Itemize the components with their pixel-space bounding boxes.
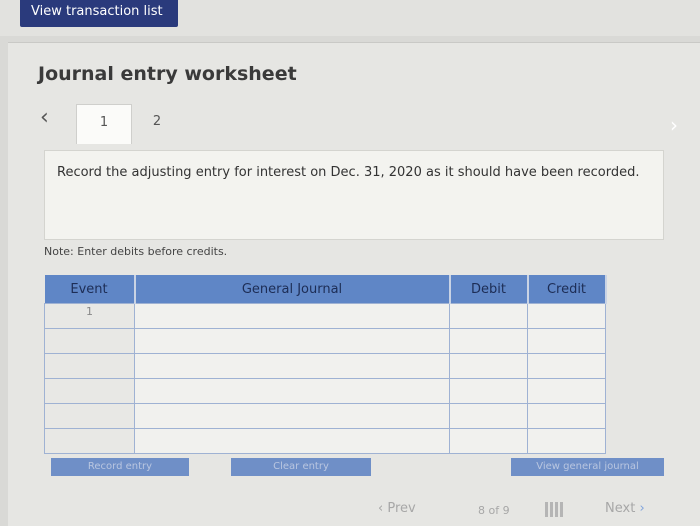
prev-label: Prev — [387, 501, 416, 516]
table-row: 1 — [44, 303, 606, 329]
event-cell — [44, 428, 135, 454]
account-input[interactable] — [134, 378, 450, 404]
debit-input[interactable] — [449, 328, 528, 354]
chevron-left-icon[interactable]: ‹ — [40, 105, 49, 130]
prompt-text: Record the adjusting entry for interest … — [57, 165, 640, 180]
next-label: Next — [605, 501, 636, 516]
event-cell — [44, 403, 135, 429]
table-row — [44, 353, 606, 379]
prev-button[interactable]: ‹ Prev — [378, 501, 416, 516]
tab-1[interactable]: 1 — [76, 104, 132, 144]
account-input[interactable] — [134, 428, 450, 454]
view-transaction-list-button[interactable]: View transaction list — [20, 0, 178, 27]
worksheet-title: Journal entry worksheet — [38, 63, 297, 85]
credit-input[interactable] — [527, 303, 606, 329]
note-text: Note: Enter debits before credits. — [44, 245, 228, 258]
account-input[interactable] — [134, 328, 450, 354]
credit-input[interactable] — [527, 378, 606, 404]
chevron-left-icon: ‹ — [378, 501, 384, 516]
debit-input[interactable] — [449, 428, 528, 454]
debit-input[interactable] — [449, 378, 528, 404]
credit-input[interactable] — [527, 328, 606, 354]
table-row — [44, 403, 606, 429]
account-input[interactable] — [134, 303, 450, 329]
credit-column-header: Credit — [527, 275, 607, 304]
credit-input[interactable] — [527, 403, 606, 429]
account-input[interactable] — [134, 353, 450, 379]
general-journal-column-header: General Journal — [134, 275, 451, 304]
clear-entry-button[interactable]: Clear entry — [231, 458, 371, 476]
next-button[interactable]: Next › — [605, 501, 645, 516]
credit-input[interactable] — [527, 353, 606, 379]
page-count: 8 of 9 — [478, 504, 510, 517]
event-cell — [44, 328, 135, 354]
debit-column-header: Debit — [449, 275, 529, 304]
event-cell: 1 — [44, 303, 135, 329]
chevron-right-icon: › — [639, 501, 645, 516]
prompt-box: Record the adjusting entry for interest … — [44, 150, 664, 240]
event-cell — [44, 378, 135, 404]
tab-2[interactable]: 2 — [132, 104, 182, 144]
view-general-journal-button[interactable]: View general journal — [511, 458, 664, 476]
record-entry-button[interactable]: Record entry — [51, 458, 189, 476]
table-row — [44, 378, 606, 404]
event-column-header: Event — [44, 275, 136, 304]
table-row — [44, 428, 606, 454]
event-cell — [44, 353, 135, 379]
table-row — [44, 328, 606, 354]
chevron-right-icon[interactable]: › — [670, 113, 678, 137]
debit-input[interactable] — [449, 353, 528, 379]
debit-input[interactable] — [449, 403, 528, 429]
worksheet-panel: Journal entry worksheet ‹ 1 2 › Record t… — [8, 42, 700, 526]
account-input[interactable] — [134, 403, 450, 429]
journal-table: Event General Journal Debit Credit 1 — [44, 275, 607, 454]
debit-input[interactable] — [449, 303, 528, 329]
credit-input[interactable] — [527, 428, 606, 454]
grid-icon[interactable] — [545, 502, 563, 517]
